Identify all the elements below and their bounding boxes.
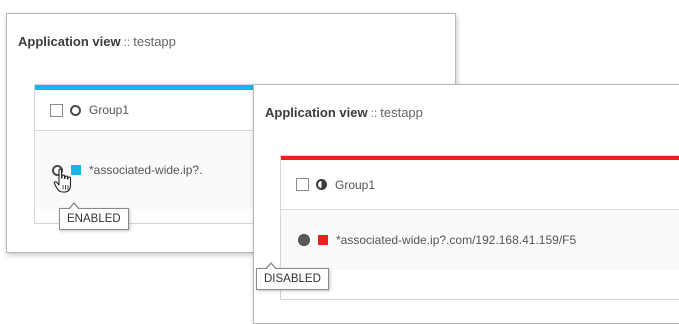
- member-label[interactable]: *associated-wide.ip?.: [89, 163, 202, 177]
- hand-pointer-icon: [53, 168, 72, 193]
- group-checkbox[interactable]: [296, 178, 309, 191]
- member-label[interactable]: *associated-wide.ip?.com/192.168.41.159/…: [336, 233, 576, 247]
- group-name: Group1: [89, 103, 130, 117]
- ring-status-icon: [70, 104, 81, 116]
- panel-title: Application view:: testapp: [18, 34, 176, 49]
- group-name: Group1: [335, 177, 376, 192]
- panel-title-text: Application view: [265, 105, 368, 120]
- filled-dot-status-icon[interactable]: [298, 234, 310, 246]
- group-row[interactable]: Group1: [281, 160, 679, 210]
- member-color-swatch: [318, 235, 328, 245]
- title-separator: ::: [123, 35, 131, 49]
- title-separator: ::: [370, 106, 378, 120]
- app-name: testapp: [380, 105, 423, 120]
- app-name: testapp: [133, 34, 176, 49]
- status-tooltip-disabled: DISABLED: [256, 262, 329, 290]
- group-container: Group1 *associated-wide.ip?.com/192.168.…: [280, 155, 679, 300]
- panel-title: Application view:: testapp: [265, 105, 423, 120]
- status-tooltip-enabled: ENABLED: [59, 202, 129, 230]
- member-row[interactable]: *associated-wide.ip?.com/192.168.41.159/…: [281, 210, 679, 270]
- panel-title-text: Application view: [18, 34, 121, 49]
- half-filled-status-icon: [316, 179, 327, 190]
- group-checkbox[interactable]: [50, 103, 63, 117]
